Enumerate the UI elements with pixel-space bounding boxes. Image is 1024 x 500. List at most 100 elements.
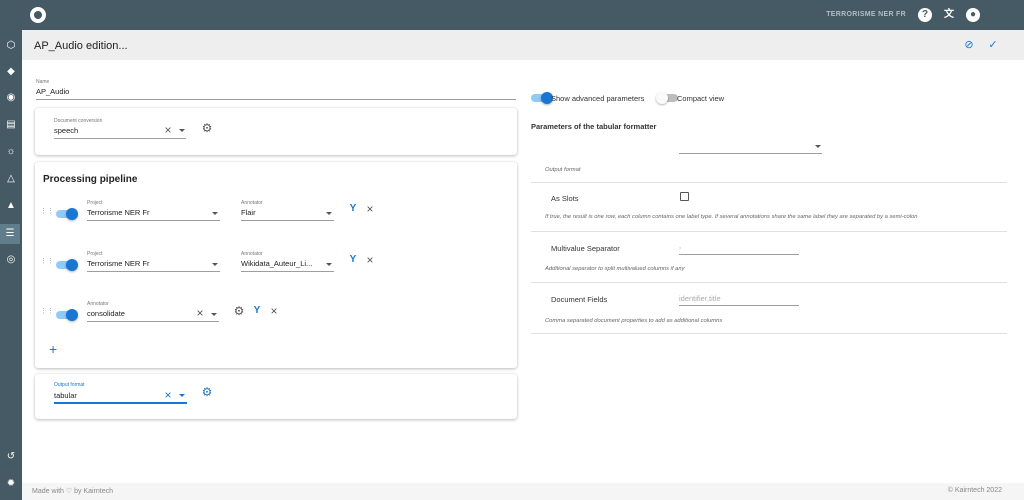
annotator-underline xyxy=(87,321,219,322)
multivalue-label: Multivalue Separator xyxy=(551,244,620,253)
as-slots-hint: If true, the result is one row, each col… xyxy=(545,214,918,220)
top-app-bar: TERRORISME NER FR ? 文 ● xyxy=(0,0,1024,30)
dropdown-arrow-icon[interactable] xyxy=(326,263,332,266)
clear-icon[interactable]: × xyxy=(195,307,205,319)
dropdown-arrow-icon[interactable] xyxy=(179,129,185,132)
bank-icon[interactable]: ▲ xyxy=(4,199,18,213)
save-icon[interactable]: ✓ xyxy=(987,39,999,51)
annotator-underline xyxy=(241,220,334,221)
formatter-title: Parameters of the tabular formatter xyxy=(531,122,657,131)
fork-icon[interactable]: Y xyxy=(348,204,358,214)
output-select[interactable]: tabular xyxy=(54,391,77,400)
flask-icon[interactable]: △ xyxy=(4,172,18,186)
annotator-label: Annotator xyxy=(241,251,263,257)
app-logo[interactable] xyxy=(30,7,46,23)
clear-icon[interactable]: × xyxy=(163,124,173,136)
conversion-underline xyxy=(54,138,186,139)
help-icon[interactable]: ? xyxy=(918,8,932,22)
annotator-label: Annotator xyxy=(241,200,263,206)
cancel-icon[interactable]: ⊘ xyxy=(963,39,975,51)
document-icon[interactable]: ▤ xyxy=(4,118,18,132)
sidebar: ⬡ ◆ ◉ ▤ ☼ △ ▲ ☰ ◎ ↺ ✹ xyxy=(0,30,22,500)
dropdown-arrow-icon[interactable] xyxy=(179,394,185,397)
drag-handle-icon[interactable]: ⋮⋮ xyxy=(40,308,54,318)
page-title: AP_Audio edition... xyxy=(34,40,128,52)
pipeline-step-toggle[interactable] xyxy=(56,259,78,271)
advanced-parameters-toggle[interactable] xyxy=(531,92,553,104)
document-fields-underline xyxy=(679,305,799,306)
project-label: Project xyxy=(87,200,103,206)
annotator-label: Annotator xyxy=(87,301,109,307)
fork-icon[interactable]: Y xyxy=(348,255,358,265)
output-format-select[interactable] xyxy=(679,153,822,154)
multivalue-input[interactable]: , xyxy=(679,241,681,250)
annotator-select[interactable]: consolidate xyxy=(87,309,125,318)
settings-gear-icon[interactable]: ⚙ xyxy=(233,305,245,317)
compact-view-toggle[interactable] xyxy=(656,92,678,104)
project-label: Project xyxy=(87,251,103,257)
project-underline xyxy=(87,220,220,221)
separator xyxy=(531,282,1007,283)
copyright-text: © Kairntech 2022 xyxy=(947,487,1002,494)
dropdown-arrow-icon[interactable] xyxy=(815,145,821,148)
drag-handle-icon[interactable]: ⋮⋮ xyxy=(40,208,54,218)
output-format-hint: Output format xyxy=(545,167,581,173)
settings-gear-icon[interactable]: ⚙ xyxy=(201,122,213,134)
separator xyxy=(531,182,1007,183)
advanced-parameters-label: Show advanced parameters xyxy=(551,94,645,103)
document-fields-hint: Comma separated document properties to a… xyxy=(545,318,723,324)
remove-icon[interactable]: × xyxy=(269,305,279,317)
conversion-label: Document conversion xyxy=(54,118,103,124)
name-underline xyxy=(36,99,516,100)
output-card: Output format tabular × ⚙ xyxy=(35,374,517,419)
dropdown-arrow-icon[interactable] xyxy=(212,212,218,215)
project-underline xyxy=(87,271,220,272)
translate-icon[interactable]: 文 xyxy=(942,8,956,22)
pipeline-title: Processing pipeline xyxy=(43,174,138,185)
name-label: Name xyxy=(36,79,50,85)
footer: Made with ♡ by Kairntech © Kairntech 202… xyxy=(22,483,1024,500)
pipeline-step-toggle[interactable] xyxy=(56,208,78,220)
eye-icon[interactable]: ◎ xyxy=(4,253,18,267)
pipeline-card: Processing pipeline ⋮⋮ Project Terrorism… xyxy=(35,162,517,368)
bulb-icon[interactable]: ☼ xyxy=(4,145,18,159)
pipeline-step-toggle[interactable] xyxy=(56,309,78,321)
document-fields-input[interactable]: identifier,title xyxy=(679,294,721,303)
conversion-card: Document conversion speech × ⚙ xyxy=(35,108,517,155)
compass-icon[interactable]: ◉ xyxy=(4,91,18,105)
account-icon[interactable]: ● xyxy=(966,8,980,22)
clear-icon[interactable]: × xyxy=(163,389,173,401)
page-header: AP_Audio edition... ⊘ ✓ xyxy=(22,30,1024,60)
output-underline xyxy=(54,402,187,404)
conversion-select[interactable]: speech xyxy=(54,126,78,135)
settings-icon[interactable]: ✹ xyxy=(4,477,18,491)
dropdown-arrow-icon[interactable] xyxy=(211,313,217,316)
list-icon[interactable]: ☰ xyxy=(0,224,20,244)
annotator-select[interactable]: Flair xyxy=(241,208,256,217)
main-content: Name AP_Audio Document conversion speech… xyxy=(22,60,1024,483)
project-select[interactable]: Terrorisme NER Fr xyxy=(87,259,150,268)
separator xyxy=(531,333,1007,334)
fork-icon[interactable]: Y xyxy=(252,306,262,316)
compact-view-label: Compact view xyxy=(677,94,725,103)
annotator-select[interactable]: Wikidata_Auteur_Li... xyxy=(241,259,312,268)
dropdown-arrow-icon[interactable] xyxy=(326,212,332,215)
annotator-underline xyxy=(241,271,334,272)
project-name[interactable]: TERRORISME NER FR xyxy=(826,11,906,18)
multivalue-underline xyxy=(679,254,799,255)
as-slots-label: As Slots xyxy=(551,194,579,203)
project-select[interactable]: Terrorisme NER Fr xyxy=(87,208,150,217)
cube-icon[interactable]: ⬡ xyxy=(4,39,18,53)
drag-handle-icon[interactable]: ⋮⋮ xyxy=(40,258,54,268)
tag-icon[interactable]: ◆ xyxy=(4,65,18,79)
settings-gear-icon[interactable]: ⚙ xyxy=(201,386,213,398)
add-step-icon[interactable]: + xyxy=(49,342,57,356)
remove-icon[interactable]: × xyxy=(365,203,375,215)
separator xyxy=(531,231,1007,232)
document-fields-label: Document Fields xyxy=(551,295,608,304)
name-input[interactable]: AP_Audio xyxy=(36,87,69,96)
as-slots-checkbox[interactable] xyxy=(680,192,689,201)
history-icon[interactable]: ↺ xyxy=(4,450,18,464)
remove-icon[interactable]: × xyxy=(365,254,375,266)
dropdown-arrow-icon[interactable] xyxy=(212,263,218,266)
